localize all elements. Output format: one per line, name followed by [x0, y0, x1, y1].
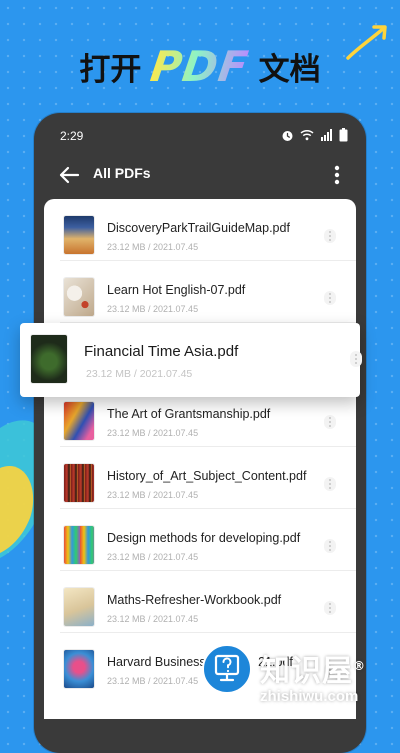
list-item[interactable]: Learn Hot English-07.pdf 23.12 MB / 2021… — [44, 261, 356, 323]
status-time: 2:29 — [60, 129, 84, 143]
item-more-icon[interactable] — [324, 415, 336, 429]
back-arrow-icon[interactable] — [58, 165, 80, 185]
pdf-thumbnail — [64, 402, 94, 440]
registered-mark: ® — [353, 659, 366, 673]
more-vertical-icon[interactable] — [327, 163, 347, 187]
file-meta: 23.12 MB / 2021.07.45 — [107, 242, 199, 252]
battery-icon — [339, 128, 348, 142]
file-meta: 23.12 MB / 2021.07.45 — [107, 552, 199, 562]
item-more-icon[interactable] — [350, 351, 362, 367]
pdf-thumbnail — [64, 588, 94, 626]
file-name: Financial Time Asia.pdf — [84, 343, 239, 360]
promo-text-pdf: PDF — [147, 41, 253, 91]
file-name: DiscoveryParkTrailGuideMap.pdf — [107, 221, 290, 235]
file-name: Maths-Refresher-Workbook.pdf — [107, 593, 282, 607]
list-item[interactable]: Maths-Refresher-Workbook.pdf 23.12 MB / … — [44, 571, 356, 633]
file-name: Design methods for developing.pdf — [107, 531, 301, 545]
watermark-url: zhishiwu.com — [260, 688, 359, 705]
file-list: DiscoveryParkTrailGuideMap.pdf 23.12 MB … — [44, 199, 356, 719]
page-title: All PDFs — [93, 165, 151, 181]
pdf-thumbnail — [31, 335, 67, 383]
file-name: History_of_Art_Subject_Content.pdf — [107, 469, 307, 483]
file-meta: 23.12 MB / 2021.07.45 — [107, 676, 199, 686]
file-meta: 23.12 MB / 2021.07.45 — [107, 304, 199, 314]
file-meta: 23.12 MB / 2021.07.45 — [107, 490, 199, 500]
pdf-thumbnail — [64, 526, 94, 564]
pdf-thumbnail — [64, 464, 94, 502]
signal-icon — [321, 129, 332, 141]
list-item[interactable]: History_of_Art_Subject_Content.pdf 23.12… — [44, 447, 356, 509]
item-more-icon[interactable] — [324, 291, 336, 305]
list-item[interactable]: DiscoveryParkTrailGuideMap.pdf 23.12 MB … — [44, 199, 356, 261]
status-bar: 2:29 — [34, 124, 366, 148]
app-bar: All PDFs — [34, 155, 366, 195]
file-name: Learn Hot English-07.pdf — [107, 283, 246, 297]
pdf-thumbnail — [64, 650, 94, 688]
promo-text-open: 打开 — [79, 51, 142, 88]
file-meta: 23.12 MB / 2021.07.45 — [107, 614, 199, 624]
file-meta: 23.12 MB / 2021.07.45 — [107, 428, 199, 438]
item-more-icon[interactable] — [324, 539, 336, 553]
file-meta: 23.12 MB / 2021.07.45 — [86, 368, 193, 380]
status-icons — [281, 128, 348, 142]
watermark: 知识屋® zhishiwu.com — [200, 644, 400, 711]
pdf-thumbnail — [64, 278, 94, 316]
help-monitor-icon — [214, 654, 240, 682]
file-name: The Art of Grantsmanship.pdf — [107, 407, 271, 421]
promo-text-document: 文档 — [258, 51, 321, 88]
pdf-thumbnail — [64, 216, 94, 254]
watermark-logo-icon — [202, 644, 252, 694]
item-more-icon[interactable] — [324, 477, 336, 491]
watermark-title-text: 知识屋 — [260, 654, 353, 689]
wifi-icon — [300, 129, 314, 141]
promo-headline: 打开 PDF 文档 — [0, 38, 400, 94]
item-more-icon[interactable] — [324, 601, 336, 615]
list-item[interactable]: Design methods for developing.pdf 23.12 … — [44, 509, 356, 571]
watermark-title: 知识屋® — [260, 646, 366, 690]
alarm-icon — [282, 130, 293, 141]
highlighted-list-item[interactable]: Financial Time Asia.pdf 23.12 MB / 2021.… — [20, 323, 362, 397]
item-more-icon[interactable] — [324, 229, 336, 243]
